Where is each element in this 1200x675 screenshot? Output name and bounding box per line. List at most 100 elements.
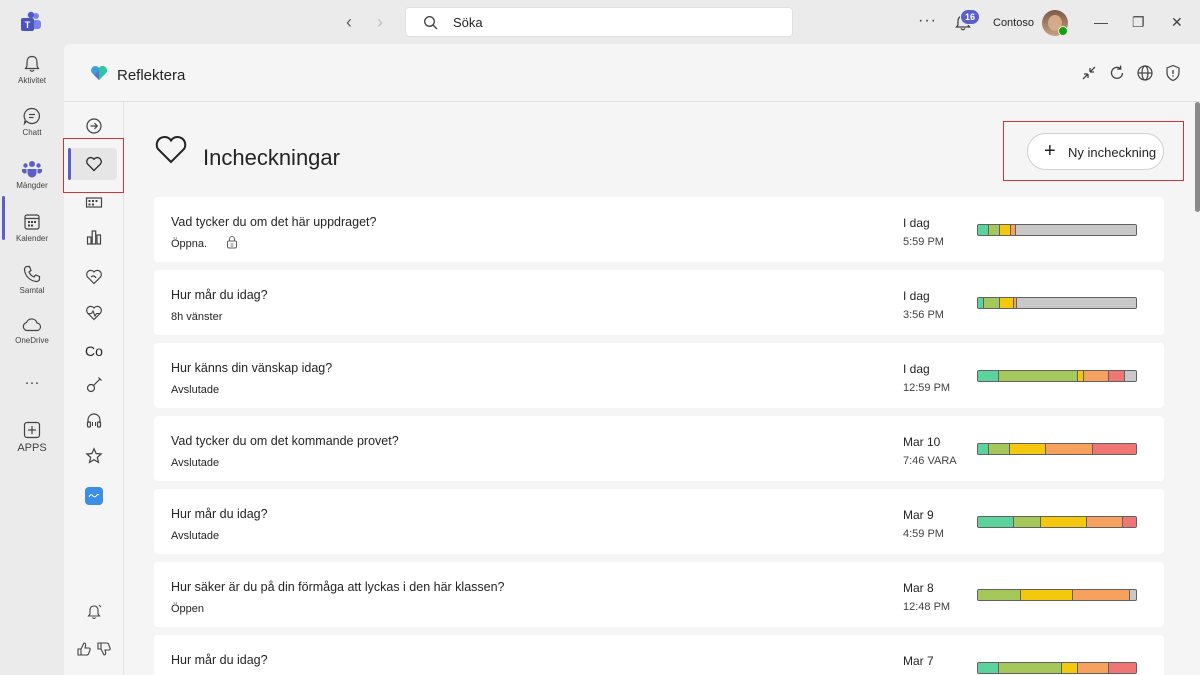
rail-label: OneDrive [15,336,49,345]
heart-pulse-icon[interactable] [82,301,106,325]
reflect-logo-icon [91,66,107,80]
app-rail: Aktivitet Chatt Mängder Kalender Samtal … [0,44,64,675]
rail-label: APPS [17,442,47,454]
check-ins-page: Incheckningar + Ny incheckning Vad tycke… [124,102,1200,675]
check-in-status: Avslutade [171,457,220,469]
forward-arrow-icon[interactable]: › [377,12,383,33]
highlight-box-new-button [1003,121,1184,181]
more-icon: ··· [24,374,40,391]
bar-segment-lime [989,225,1001,235]
check-in-date: Mar 8 [903,581,934,595]
rail-item-activity[interactable]: Aktivitet [0,54,64,85]
teams-logo-icon[interactable]: T [20,11,42,33]
shield-icon[interactable] [1164,64,1182,82]
search-icon [424,16,438,30]
check-in-row[interactable]: Hur säker är du på din förmåga att lycka… [154,562,1164,627]
response-distribution-bar [977,224,1137,236]
insights-chart-icon[interactable] [82,225,106,249]
check-in-row[interactable]: Vad tycker du om det här uppdraget? Öppna… [154,197,1164,262]
bar-segment-lime [978,590,1021,600]
rail-item-teams[interactable]: Mängder [0,159,64,190]
guitar-icon[interactable] [82,373,106,397]
app-title: Reflektera [117,67,186,84]
check-in-time: 12:48 PM [903,601,951,613]
check-in-date: Mar 10 [903,435,941,449]
response-distribution-bar [977,443,1137,455]
check-in-question: Hur mår du idag? [171,507,268,521]
rail-item-calls[interactable]: Samtal [0,264,64,295]
bar-segment-green [978,225,990,235]
rail-item-more[interactable]: ··· [0,374,64,391]
search-box[interactable] [405,7,793,37]
collapse-icon[interactable] [1080,64,1098,82]
response-distribution-bar [977,297,1137,309]
rail-label: Aktivitet [17,76,46,85]
close-icon[interactable]: ✕ [1171,14,1183,31]
rail-item-onedrive[interactable]: OneDrive [0,316,64,345]
refresh-icon[interactable] [1108,64,1126,82]
check-in-row[interactable]: Hur känns din vänskap idag? Avslutade I da… [154,343,1164,408]
rail-item-apps[interactable]: APPS [0,420,64,454]
bar-segment-orange [1072,590,1130,600]
rail-label: Mängder [16,181,48,190]
notification-badge: 16 [960,9,981,25]
private-lock-icon [227,236,237,249]
bar-segment-yellow [1061,663,1078,673]
cloud-icon [22,318,42,332]
check-in-date: Mar 7 [903,654,934,668]
org-name[interactable]: Contoso [993,17,1034,29]
check-in-row[interactable]: Vad tycker du om det kommande provet? Avs… [154,416,1164,481]
check-in-date: Mar 9 [903,508,934,522]
notification-settings-icon[interactable] [82,600,106,624]
calm-app-icon[interactable] [82,484,106,508]
search-input[interactable] [453,15,753,30]
bar-segment-orange [1083,371,1110,381]
check-in-time: 3:56 PM [903,309,944,321]
bar-segment-lime [984,298,1001,308]
chat-icon [23,107,40,126]
check-in-question: Hur mår du idag? [171,653,268,667]
bar-segment-red [1093,444,1136,454]
co-app-icon[interactable]: Co [82,339,106,363]
svg-text:T: T [25,20,31,30]
check-in-status: Avslutade [171,384,220,396]
restore-icon[interactable]: ❐ [1132,14,1145,31]
headphones-icon[interactable] [82,408,106,432]
bar-segment-lime [989,444,1010,454]
check-in-row[interactable]: Hur mår du idag? Avslutade Mar 9 4:59 PM [154,489,1164,554]
more-options-icon[interactable]: ··· [918,12,937,30]
rail-item-calendar[interactable]: Kalender [0,212,64,243]
bar-segment-green [978,444,990,454]
globe-icon[interactable] [1136,64,1154,82]
rail-label: Samtal [19,286,45,295]
bar-segment-green [978,517,1015,527]
check-in-date: I dag [903,216,930,230]
response-distribution-bar [977,662,1137,674]
scrollbar[interactable] [1195,102,1200,212]
bar-segment-lime [998,371,1078,381]
rail-label: Chatt [22,128,42,137]
back-arrow-icon[interactable]: ‹ [346,12,352,33]
classroom-icon[interactable] [82,190,106,214]
check-in-status: Öppna. [171,238,208,250]
bar-segment-yellow [1041,517,1087,527]
bar-segment-orange [1087,517,1124,527]
bar-segment-red [1109,371,1125,381]
add-apps-icon [23,421,41,439]
minimize-icon[interactable]: — [1094,14,1108,30]
rail-item-chat[interactable]: Chatt [0,106,64,137]
check-in-row[interactable]: Hur mår du idag? Mar 7 [154,635,1164,675]
check-in-row[interactable]: Hur mår du idag? 8h vänster I dag 3:56 PM [154,270,1164,335]
presence-available-icon [1058,26,1068,36]
bar-segment-yellow [1009,444,1046,454]
check-in-question: Hur säker är du på din förmåga att lycka… [171,580,505,594]
feedback-thumbs-icon[interactable] [74,637,114,661]
wellbeing-heart-icon[interactable] [82,265,106,289]
bar-segment-green [978,371,999,381]
bar-segment-orange [1077,663,1110,673]
check-in-status: Öppen [171,603,205,615]
title-bar: T ‹ › ··· 16 Contoso — ❐ ✕ [0,0,1200,44]
star-icon[interactable] [82,444,106,468]
bar-segment-empty [1124,371,1136,381]
expand-arrow-icon[interactable] [82,114,106,138]
